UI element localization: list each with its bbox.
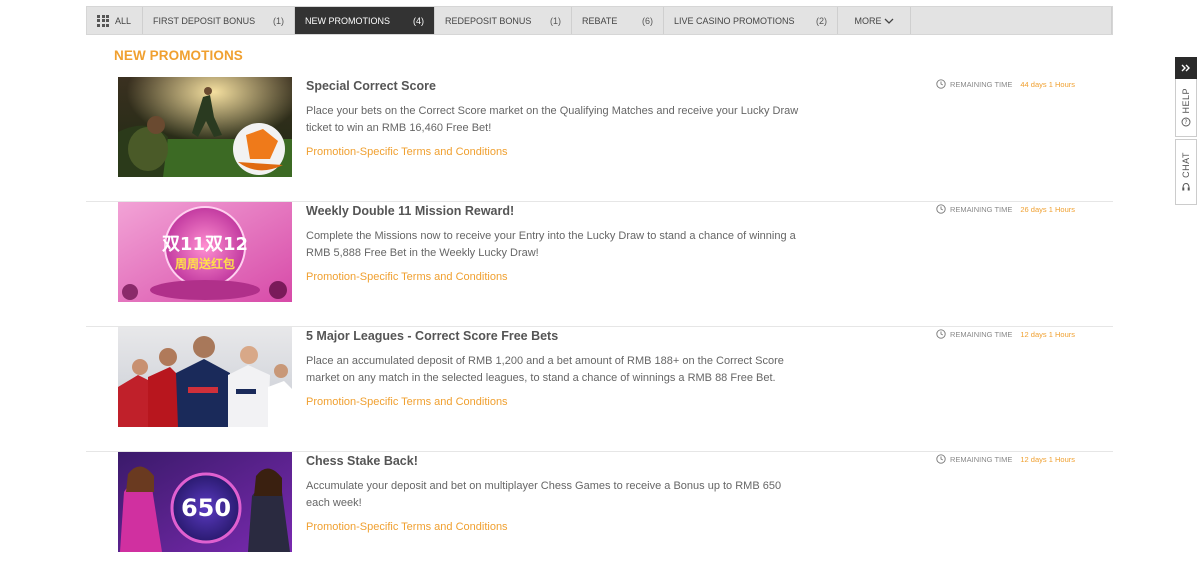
tab-count: (2) — [816, 15, 827, 26]
grid-icon — [97, 14, 109, 27]
chevron-down-icon — [884, 18, 893, 24]
svg-text:双11双12: 双11双12 — [162, 234, 248, 255]
tab-count: (1) — [550, 15, 561, 26]
chat-label: CHAT — [1181, 152, 1191, 178]
promotion-image-chess[interactable]: 650 — [118, 452, 292, 552]
promotion-item: 双11双12 周周送红包 Weekly Double 11 Mission Re… — [86, 202, 1113, 327]
tab-first-deposit-bonus[interactable]: FIRST DEPOSIT BONUS (1) — [143, 7, 295, 34]
headset-icon — [1182, 182, 1190, 191]
promotion-title: 5 Major Leagues - Correct Score Free Bet… — [306, 329, 559, 343]
tab-rebate[interactable]: REBATE (6) — [572, 7, 664, 34]
remaining-value: 12 days 1 Hours — [1020, 454, 1075, 464]
terms-link[interactable]: Promotion-Specific Terms and Conditions — [306, 521, 508, 533]
question-icon: ? — [1181, 117, 1191, 127]
tab-label: REBATE — [582, 15, 618, 26]
terms-link[interactable]: Promotion-Specific Terms and Conditions — [306, 271, 508, 283]
promotion-image-double11[interactable]: 双11双12 周周送红包 — [118, 202, 292, 302]
remaining-label: REMAINING TIME — [950, 329, 1013, 339]
remaining-value: 26 days 1 Hours — [1020, 204, 1075, 214]
promotion-description: Place an accumulated deposit of RMB 1,20… — [306, 355, 784, 384]
tab-label: FIRST DEPOSIT BONUS — [153, 15, 256, 26]
tab-label: NEW PROMOTIONS — [305, 15, 390, 26]
chat-button[interactable]: CHAT — [1175, 139, 1197, 205]
double-chevron-right-icon — [1181, 64, 1190, 72]
chess-image-650-text: 650 — [181, 494, 231, 522]
remaining-label: REMAINING TIME — [950, 204, 1013, 214]
tab-bar-filler — [911, 7, 1112, 34]
tab-label: LIVE CASINO PROMOTIONS — [674, 15, 795, 26]
clock-icon — [936, 204, 946, 214]
tab-live-casino-promotions[interactable]: LIVE CASINO PROMOTIONS (2) — [664, 7, 838, 34]
promotion-description: Complete the Missions now to receive you… — [306, 230, 796, 259]
side-widget: HELP ? CHAT — [1175, 57, 1197, 205]
section-title: NEW PROMOTIONS — [114, 48, 243, 63]
promotion-item: 5 Major Leagues - Correct Score Free Bet… — [86, 327, 1113, 452]
terms-link[interactable]: Promotion-Specific Terms and Conditions — [306, 396, 508, 408]
promotion-description: Accumulate your deposit and bet on multi… — [306, 480, 782, 509]
tab-label: ALL — [115, 15, 132, 26]
tab-label: MORE — [854, 15, 882, 26]
remaining-time: REMAINING TIME 12 days 1 Hours — [936, 329, 1075, 339]
promotion-title: Special Correct Score — [306, 79, 436, 93]
promotion-item: Special Correct Score Place your bets on… — [86, 77, 1113, 202]
remaining-label: REMAINING TIME — [950, 454, 1013, 464]
promotion-item: 650 Chess Stake Back! Accumulate your de… — [86, 452, 1113, 577]
promotions-page: ALL FIRST DEPOSIT BONUS (1) NEW PROMOTIO… — [86, 6, 1113, 552]
remaining-label: REMAINING TIME — [950, 79, 1013, 89]
collapse-widget-button[interactable] — [1175, 57, 1197, 79]
promotion-title: Chess Stake Back! — [306, 454, 418, 468]
remaining-time: REMAINING TIME 26 days 1 Hours — [936, 204, 1075, 214]
promotion-description: Place your bets on the Correct Score mar… — [306, 105, 799, 134]
clock-icon — [936, 329, 946, 339]
tab-count: (6) — [642, 15, 653, 26]
svg-text:?: ? — [1184, 119, 1187, 126]
terms-link[interactable]: Promotion-Specific Terms and Conditions — [306, 146, 508, 158]
remaining-time: REMAINING TIME 44 days 1 Hours — [936, 79, 1075, 89]
remaining-value: 12 days 1 Hours — [1020, 329, 1075, 339]
help-button[interactable]: HELP ? — [1175, 79, 1197, 137]
promotion-image-football[interactable] — [118, 77, 292, 177]
remaining-time: REMAINING TIME 12 days 1 Hours — [936, 454, 1075, 464]
category-tabs: ALL FIRST DEPOSIT BONUS (1) NEW PROMOTIO… — [86, 6, 1113, 35]
svg-text:周周送红包: 周周送红包 — [175, 256, 235, 271]
tab-redeposit-bonus[interactable]: REDEPOSIT BONUS (1) — [435, 7, 572, 34]
tab-more[interactable]: MORE — [838, 7, 911, 34]
tab-all[interactable]: ALL — [87, 7, 143, 34]
remaining-value: 44 days 1 Hours — [1020, 79, 1075, 89]
tab-new-promotions[interactable]: NEW PROMOTIONS (4) — [295, 7, 435, 34]
promotion-title: Weekly Double 11 Mission Reward! — [306, 204, 515, 218]
tab-count: (4) — [413, 15, 424, 26]
promotion-image-leagues[interactable] — [118, 327, 292, 427]
tab-label: REDEPOSIT BONUS — [445, 15, 532, 26]
tab-count: (1) — [273, 15, 284, 26]
clock-icon — [936, 79, 946, 89]
clock-icon — [936, 454, 946, 464]
help-label: HELP — [1181, 87, 1191, 114]
